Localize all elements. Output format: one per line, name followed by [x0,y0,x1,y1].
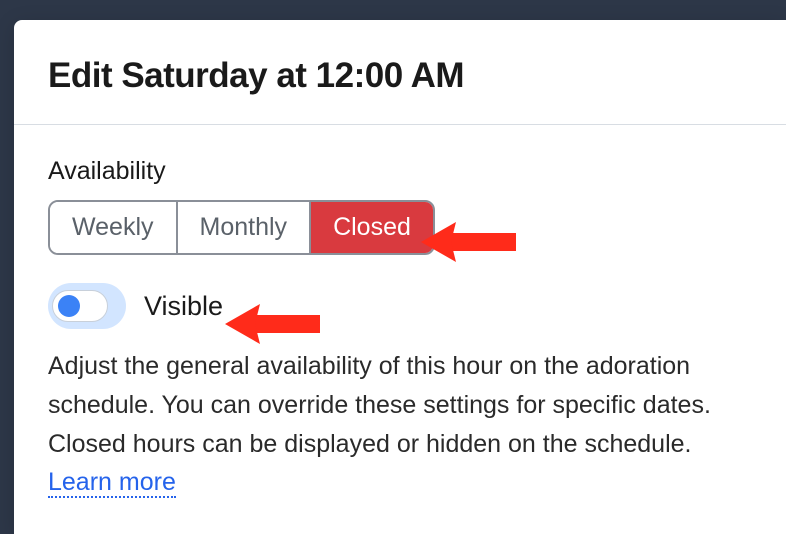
segment-monthly[interactable]: Monthly [178,202,312,253]
availability-description: Adjust the general availability of this … [48,347,752,502]
edit-hour-modal: Edit Saturday at 12:00 AM Availability W… [14,20,786,534]
visible-toggle[interactable] [48,283,126,329]
segment-weekly[interactable]: Weekly [50,202,178,253]
description-text: Adjust the general availability of this … [48,352,711,458]
visible-toggle-row: Visible [48,283,752,329]
segment-closed[interactable]: Closed [311,202,433,253]
modal-header: Edit Saturday at 12:00 AM [14,20,786,125]
visible-toggle-label: Visible [144,291,223,322]
availability-segmented-control: Weekly Monthly Closed [48,200,435,255]
modal-title: Edit Saturday at 12:00 AM [48,56,752,96]
toggle-track [52,290,108,322]
toggle-knob [58,295,80,317]
availability-label: Availability [48,157,752,186]
learn-more-link[interactable]: Learn more [48,468,176,498]
modal-body: Availability Weekly Monthly Closed Visib… [14,125,786,522]
